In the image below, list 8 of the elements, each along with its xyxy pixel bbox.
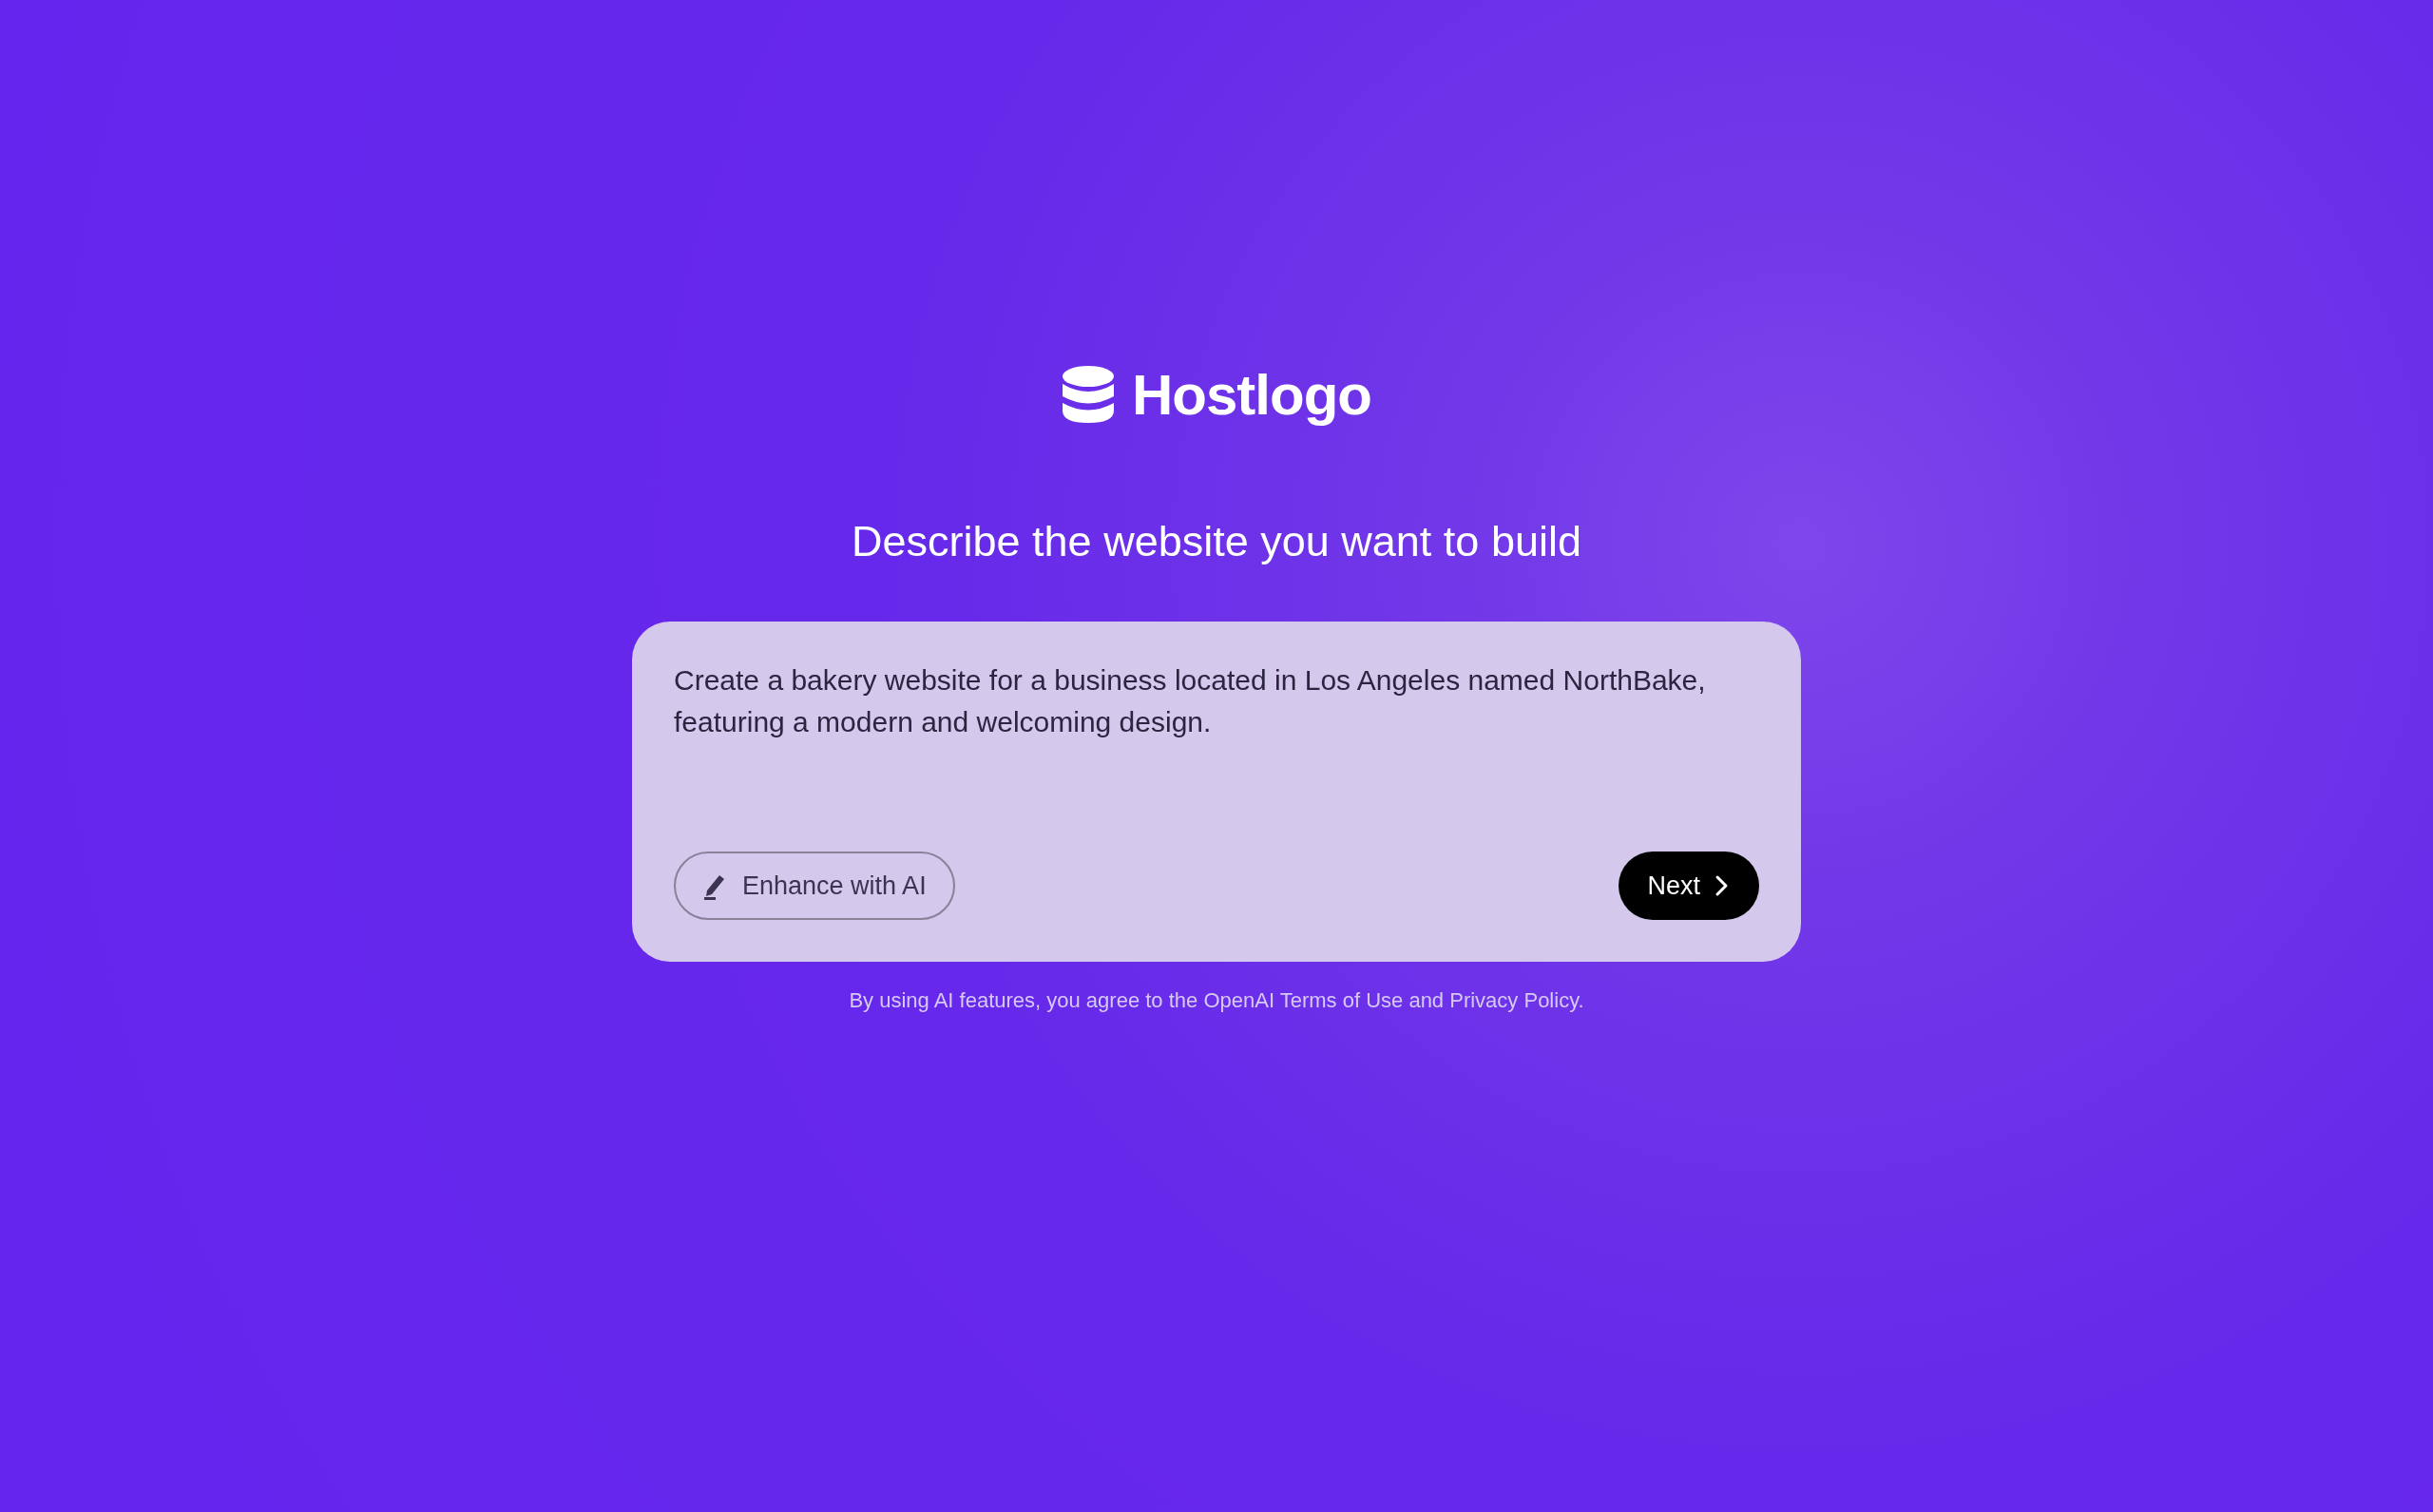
page-heading: Describe the website you want to build: [852, 517, 1581, 566]
logo-text: Hostlogo: [1132, 361, 1371, 428]
terms-notice: By using AI features, you agree to the OpenAI Terms of Use and Privacy Policy.: [849, 988, 1584, 1013]
prompt-field[interactable]: Create a bakery website for a business located in Los Angeles named NorthBake, featuring a modern and welcoming design. Enhance with AI Next: [632, 622, 1801, 962]
chevron-right-icon: [1714, 874, 1729, 897]
next-button[interactable]: Next: [1619, 852, 1759, 920]
enhance-button[interactable]: Enhance with AI: [674, 852, 955, 920]
database-icon: [1062, 365, 1115, 424]
